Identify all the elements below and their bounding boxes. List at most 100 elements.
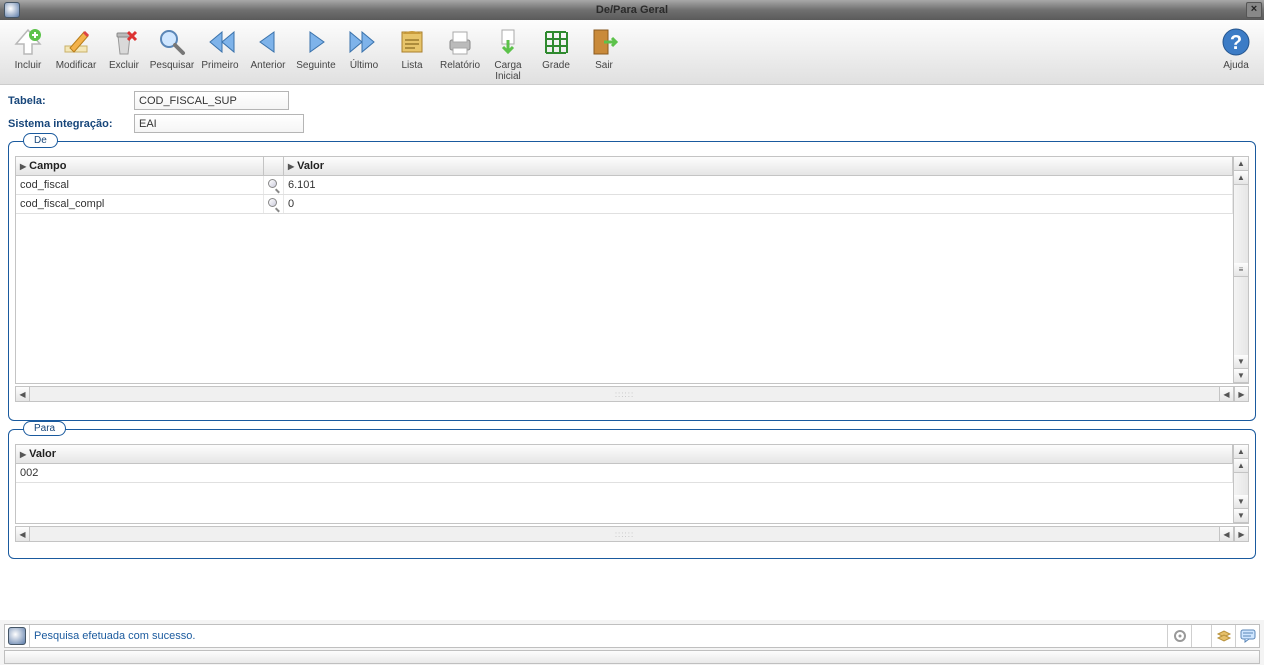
nav-handle[interactable]: ≡ bbox=[1234, 263, 1248, 277]
lista-button[interactable]: Lista bbox=[388, 22, 436, 82]
nav-down-button[interactable]: ▼ bbox=[1234, 495, 1248, 509]
incluir-label: Incluir bbox=[15, 60, 42, 71]
para-vertical-nav: ▲ ▲ ▼ ▼ bbox=[1234, 444, 1249, 524]
para-table-body: 002 bbox=[16, 464, 1233, 523]
nav-first-button[interactable]: ▲ bbox=[1234, 157, 1248, 171]
status-chat-button[interactable] bbox=[1235, 625, 1259, 647]
de-cell-campo[interactable]: cod_fiscal_compl bbox=[16, 195, 264, 213]
scroll-left-button[interactable]: ◀ bbox=[15, 386, 30, 402]
lista-icon bbox=[396, 26, 428, 58]
zoom-button[interactable] bbox=[264, 195, 284, 213]
lista-label: Lista bbox=[401, 60, 422, 71]
de-header-valor[interactable]: ▶Valor bbox=[284, 157, 1233, 175]
close-button[interactable]: × bbox=[1246, 2, 1262, 18]
group-de-legend: De bbox=[23, 133, 58, 148]
de-header-campo-text: Campo bbox=[29, 160, 66, 172]
relatorio-icon bbox=[444, 26, 476, 58]
zoom-icon bbox=[268, 179, 279, 192]
carga-inicial-label: Carga Inicial bbox=[494, 60, 521, 82]
primeiro-label: Primeiro bbox=[201, 60, 238, 71]
tabela-input[interactable] bbox=[134, 91, 289, 110]
de-cell-valor[interactable]: 0 bbox=[284, 195, 1233, 213]
para-table-header: ▶Valor bbox=[16, 445, 1233, 464]
group-para: Para ▶Valor 002 ▲ ▲ ▼ ▼ ◀ bbox=[8, 429, 1256, 559]
zoom-button[interactable] bbox=[264, 176, 284, 194]
scroll-track[interactable]: :::::: bbox=[30, 386, 1219, 402]
excluir-button[interactable]: Excluir bbox=[100, 22, 148, 82]
toolbar: Incluir Modificar Excluir Pesquisar Prim… bbox=[0, 20, 1264, 85]
nav-up-button[interactable]: ▲ bbox=[1234, 171, 1248, 185]
layers-icon bbox=[1216, 629, 1232, 643]
scroll-left-button[interactable]: ◀ bbox=[15, 526, 30, 542]
scroll-right-end-button[interactable]: ◀ bbox=[1219, 386, 1234, 402]
modificar-button[interactable]: Modificar bbox=[52, 22, 100, 82]
incluir-button[interactable]: Incluir bbox=[4, 22, 52, 82]
anterior-button[interactable]: Anterior bbox=[244, 22, 292, 82]
relatorio-label: Relatório bbox=[440, 60, 480, 71]
grade-label: Grade bbox=[542, 60, 570, 71]
seguinte-button[interactable]: Seguinte bbox=[292, 22, 340, 82]
window-title: De/Para Geral bbox=[596, 4, 668, 16]
content-area: Tabela: Sistema integração: De ▶Campo ▶V… bbox=[0, 85, 1264, 620]
bottom-bar bbox=[4, 650, 1260, 664]
status-message: Pesquisa efetuada com sucesso. bbox=[29, 625, 1167, 647]
status-gear-button[interactable] bbox=[1167, 625, 1191, 647]
pesquisar-icon bbox=[156, 26, 188, 58]
scroll-right-button[interactable]: ▶ bbox=[1234, 386, 1249, 402]
status-divider bbox=[1191, 625, 1211, 647]
incluir-icon bbox=[12, 26, 44, 58]
scroll-right-end-button[interactable]: ◀ bbox=[1219, 526, 1234, 542]
sair-label: Sair bbox=[595, 60, 613, 71]
scroll-track[interactable]: :::::: bbox=[30, 526, 1219, 542]
de-table-body: cod_fiscal 6.101 cod_fiscal_compl 0 bbox=[16, 176, 1233, 383]
nav-first-button[interactable]: ▲ bbox=[1234, 445, 1248, 459]
primeiro-icon bbox=[204, 26, 236, 58]
de-header-campo[interactable]: ▶Campo bbox=[16, 157, 264, 175]
form-row-sistema: Sistema integração: bbox=[8, 114, 1256, 133]
sistema-input[interactable] bbox=[134, 114, 304, 133]
grade-icon bbox=[540, 26, 572, 58]
sistema-label: Sistema integração: bbox=[8, 118, 134, 130]
status-layers-button[interactable] bbox=[1211, 625, 1235, 647]
de-cell-valor[interactable]: 6.101 bbox=[284, 176, 1233, 194]
ajuda-label: Ajuda bbox=[1223, 60, 1249, 71]
para-horizontal-scroll: ◀ :::::: ◀ ▶ bbox=[15, 526, 1249, 542]
grade-button[interactable]: Grade bbox=[532, 22, 580, 82]
nav-down-button[interactable]: ▼ bbox=[1234, 355, 1248, 369]
excluir-label: Excluir bbox=[109, 60, 139, 71]
para-header-valor[interactable]: ▶Valor bbox=[16, 445, 1233, 463]
nav-last-button[interactable]: ▼ bbox=[1234, 369, 1248, 383]
ajuda-icon: ? bbox=[1220, 26, 1252, 58]
para-header-valor-text: Valor bbox=[29, 448, 56, 460]
group-de: De ▶Campo ▶Valor cod_fiscal 6.101 cod_fi… bbox=[8, 141, 1256, 421]
tabela-label: Tabela: bbox=[8, 95, 134, 107]
status-bar: Pesquisa efetuada com sucesso. bbox=[4, 624, 1260, 648]
ultimo-button[interactable]: Último bbox=[340, 22, 388, 82]
status-app-icon bbox=[8, 627, 26, 645]
de-table: ▶Campo ▶Valor cod_fiscal 6.101 cod_fisca… bbox=[15, 156, 1234, 384]
table-row[interactable]: cod_fiscal_compl 0 bbox=[16, 195, 1233, 214]
seguinte-icon bbox=[300, 26, 332, 58]
modificar-icon bbox=[60, 26, 92, 58]
sair-icon bbox=[588, 26, 620, 58]
para-cell-valor[interactable]: 002 bbox=[16, 464, 1233, 482]
sair-button[interactable]: Sair bbox=[580, 22, 628, 82]
svg-text:?: ? bbox=[1230, 32, 1242, 54]
pesquisar-button[interactable]: Pesquisar bbox=[148, 22, 196, 82]
zoom-icon bbox=[268, 198, 279, 211]
carga-inicial-button[interactable]: Carga Inicial bbox=[484, 22, 532, 82]
table-row[interactable]: cod_fiscal 6.101 bbox=[16, 176, 1233, 195]
chat-icon bbox=[1240, 629, 1256, 643]
nav-up-button[interactable]: ▲ bbox=[1234, 459, 1248, 473]
scroll-right-button[interactable]: ▶ bbox=[1234, 526, 1249, 542]
de-header-zoom bbox=[264, 157, 284, 175]
relatorio-button[interactable]: Relatório bbox=[436, 22, 484, 82]
carga-inicial-icon bbox=[492, 26, 524, 58]
primeiro-button[interactable]: Primeiro bbox=[196, 22, 244, 82]
de-cell-campo[interactable]: cod_fiscal bbox=[16, 176, 264, 194]
table-row[interactable]: 002 bbox=[16, 464, 1233, 483]
ajuda-button[interactable]: ? Ajuda bbox=[1212, 22, 1260, 82]
para-table: ▶Valor 002 bbox=[15, 444, 1234, 524]
excluir-icon bbox=[108, 26, 140, 58]
nav-last-button[interactable]: ▼ bbox=[1234, 509, 1248, 523]
